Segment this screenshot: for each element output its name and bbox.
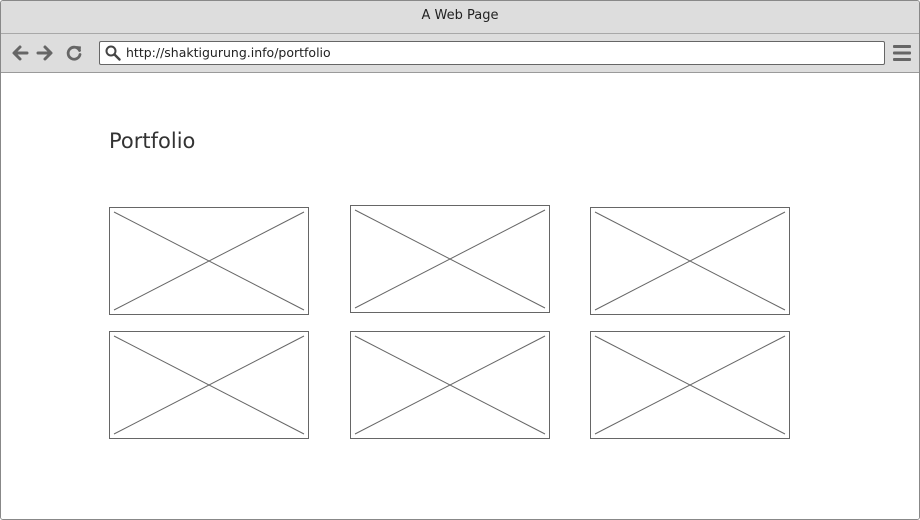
reload-icon[interactable]	[64, 43, 84, 63]
back-arrow-icon[interactable]	[10, 43, 30, 63]
image-placeholder-icon	[113, 335, 305, 435]
search-icon	[105, 45, 121, 61]
forward-arrow-icon[interactable]	[35, 43, 55, 63]
address-bar[interactable]: http://shaktigurung.info/portfolio	[99, 41, 885, 65]
image-placeholder-icon	[354, 209, 546, 309]
image-placeholder-icon	[594, 335, 786, 435]
portfolio-item[interactable]	[109, 207, 309, 315]
browser-window: A Web Page http://shaktigurung.info/port…	[0, 0, 920, 520]
window-title: A Web Page	[421, 8, 499, 23]
portfolio-item[interactable]	[590, 331, 790, 439]
image-placeholder-icon	[113, 211, 305, 311]
portfolio-item[interactable]	[350, 205, 550, 313]
portfolio-item[interactable]	[350, 331, 550, 439]
url-text[interactable]: http://shaktigurung.info/portfolio	[126, 42, 331, 64]
image-placeholder-icon	[594, 211, 786, 311]
page-content: Portfolio	[1, 73, 919, 519]
portfolio-item[interactable]	[109, 331, 309, 439]
browser-toolbar: http://shaktigurung.info/portfolio	[1, 34, 919, 73]
image-placeholder-icon	[354, 335, 546, 435]
window-titlebar: A Web Page	[1, 1, 919, 34]
hamburger-menu-icon[interactable]	[892, 44, 912, 62]
portfolio-item[interactable]	[590, 207, 790, 315]
page-title: Portfolio	[109, 129, 196, 153]
